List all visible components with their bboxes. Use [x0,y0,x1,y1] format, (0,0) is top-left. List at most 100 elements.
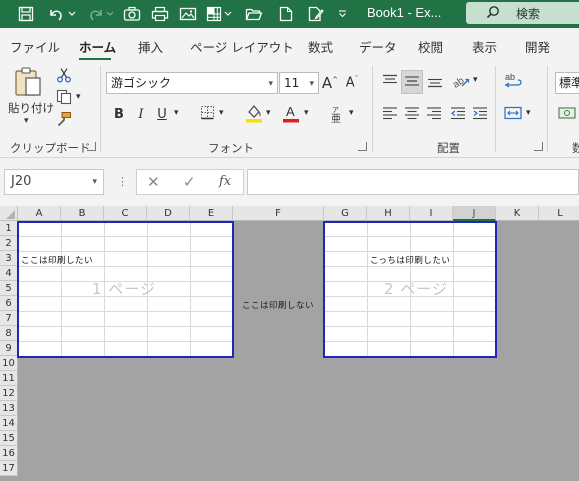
alignment-launcher-icon[interactable] [534,142,543,151]
decrease-font-size-button[interactable]: Aˇ [343,72,361,94]
font-name-dropdown-icon[interactable]: ▾ [268,74,273,94]
undo-icon[interactable] [46,4,66,24]
cancel-icon[interactable]: ✕ [147,173,160,191]
column-header-j[interactable]: J [453,206,496,221]
column-header-i[interactable]: I [410,206,453,221]
font-size-dropdown-icon[interactable]: ▾ [309,74,314,94]
column-header-e[interactable]: E [190,206,233,221]
insert-function-icon[interactable]: fx [219,174,231,189]
borders-button[interactable] [198,104,216,124]
merge-center-button[interactable] [502,104,524,124]
row-header-13[interactable]: 13 [0,401,18,416]
clipboard-launcher-icon[interactable] [87,142,96,151]
orientation-button[interactable]: ab [450,71,472,93]
search-box[interactable]: 検索 [466,2,579,24]
row-header-16[interactable]: 16 [0,446,18,461]
picture-icon[interactable] [178,4,198,24]
paste-label[interactable]: 貼り付け [8,100,54,116]
open-folder-icon[interactable] [244,4,264,24]
phonetic-button[interactable]: ア亜 [327,104,347,126]
select-all-button[interactable] [0,206,18,221]
bold-button[interactable]: B [110,104,128,124]
row-header-1[interactable]: 1 [0,221,18,236]
fill-color-dropdown-icon[interactable]: ▾ [266,108,271,118]
row-header-8[interactable]: 8 [0,326,18,341]
italic-button[interactable]: I [132,104,150,124]
column-header-k[interactable]: K [496,206,539,221]
worksheet[interactable]: A B C D E F G H I J K L 1 2 3 4 5 6 7 8 … [0,206,579,481]
align-left-button[interactable] [380,104,400,124]
font-color-button[interactable]: A [281,103,301,125]
increase-font-size-button[interactable]: A^ [321,72,339,94]
column-header-b[interactable]: B [61,206,104,221]
paste-button[interactable] [10,66,46,100]
row-header-15[interactable]: 15 [0,431,18,446]
edit-document-icon[interactable] [306,4,326,24]
cell-f6[interactable]: ここは印刷しない [242,299,314,311]
redo-icon[interactable] [86,4,106,24]
grid-dropdown-icon[interactable] [222,4,234,24]
column-header-d[interactable]: D [147,206,190,221]
tab-insert[interactable]: 挿入 [138,37,163,56]
camera-icon[interactable] [122,4,142,24]
column-header-l[interactable]: L [539,206,579,221]
underline-button[interactable]: U [153,104,171,124]
row-header-6[interactable]: 6 [0,296,18,311]
row-header-5[interactable]: 5 [0,281,18,296]
align-center-button[interactable] [402,104,422,124]
borders-dropdown-icon[interactable]: ▾ [219,108,224,118]
font-name-box[interactable]: 游ゴシック ▾ [106,72,278,94]
customize-toolbar-icon[interactable] [336,4,348,24]
column-header-a[interactable]: A [18,206,61,221]
orientation-dropdown-icon[interactable]: ▾ [473,75,478,85]
tab-home[interactable]: ホーム [79,37,116,56]
align-bottom-button[interactable] [425,72,445,92]
new-document-icon[interactable] [276,4,296,24]
wrap-text-button[interactable]: ab [502,71,524,93]
row-header-12[interactable]: 12 [0,386,18,401]
number-format-box[interactable]: 標準 [555,72,579,94]
row-header-9[interactable]: 9 [0,341,18,356]
font-size-box[interactable]: 11 ▾ [279,72,319,94]
save-icon[interactable] [16,4,36,24]
column-header-g[interactable]: G [324,206,367,221]
row-header-7[interactable]: 7 [0,311,18,326]
row-header-17[interactable]: 17 [0,461,18,476]
tab-file[interactable]: ファイル [10,37,60,56]
cut-button[interactable] [54,66,74,86]
tab-data[interactable]: データ [359,37,397,56]
accounting-format-button[interactable] [557,104,577,124]
phonetic-dropdown-icon[interactable]: ▾ [349,108,354,118]
row-header-10[interactable]: 10 [0,356,18,371]
page-break-border-2[interactable] [323,221,497,358]
align-top-button[interactable] [380,72,400,92]
row-header-11[interactable]: 11 [0,371,18,386]
font-color-dropdown-icon[interactable]: ▾ [304,108,309,118]
format-painter-button[interactable] [54,110,74,130]
tab-review[interactable]: 校閲 [418,37,443,56]
row-header-4[interactable]: 4 [0,266,18,281]
fill-color-button[interactable] [244,103,264,125]
align-right-button[interactable] [424,104,444,124]
merge-dropdown-icon[interactable]: ▾ [526,108,531,118]
tab-developer[interactable]: 開発 [525,37,550,56]
row-header-14[interactable]: 14 [0,416,18,431]
font-launcher-icon[interactable] [358,142,367,151]
copy-button[interactable] [54,88,74,108]
row-header-3[interactable]: 3 [0,251,18,266]
row-header-2[interactable]: 2 [0,236,18,251]
underline-dropdown-icon[interactable]: ▾ [174,108,179,118]
column-header-c[interactable]: C [104,206,147,221]
paste-dropdown-icon[interactable]: ▾ [24,116,29,126]
tab-formulas[interactable]: 数式 [308,37,333,56]
name-box[interactable]: J20 ▾ [4,169,104,195]
enter-icon[interactable]: ✓ [183,173,196,191]
copy-dropdown-icon[interactable]: ▾ [76,92,81,102]
column-header-h[interactable]: H [367,206,410,221]
formula-bar-splitter[interactable]: ⋮ [117,175,128,188]
align-middle-button[interactable] [401,70,423,94]
column-header-f[interactable]: F [233,206,324,221]
tab-page-layout[interactable]: ページ レイアウト [190,37,294,56]
print-icon[interactable] [150,4,170,24]
undo-dropdown-icon[interactable] [66,4,78,24]
